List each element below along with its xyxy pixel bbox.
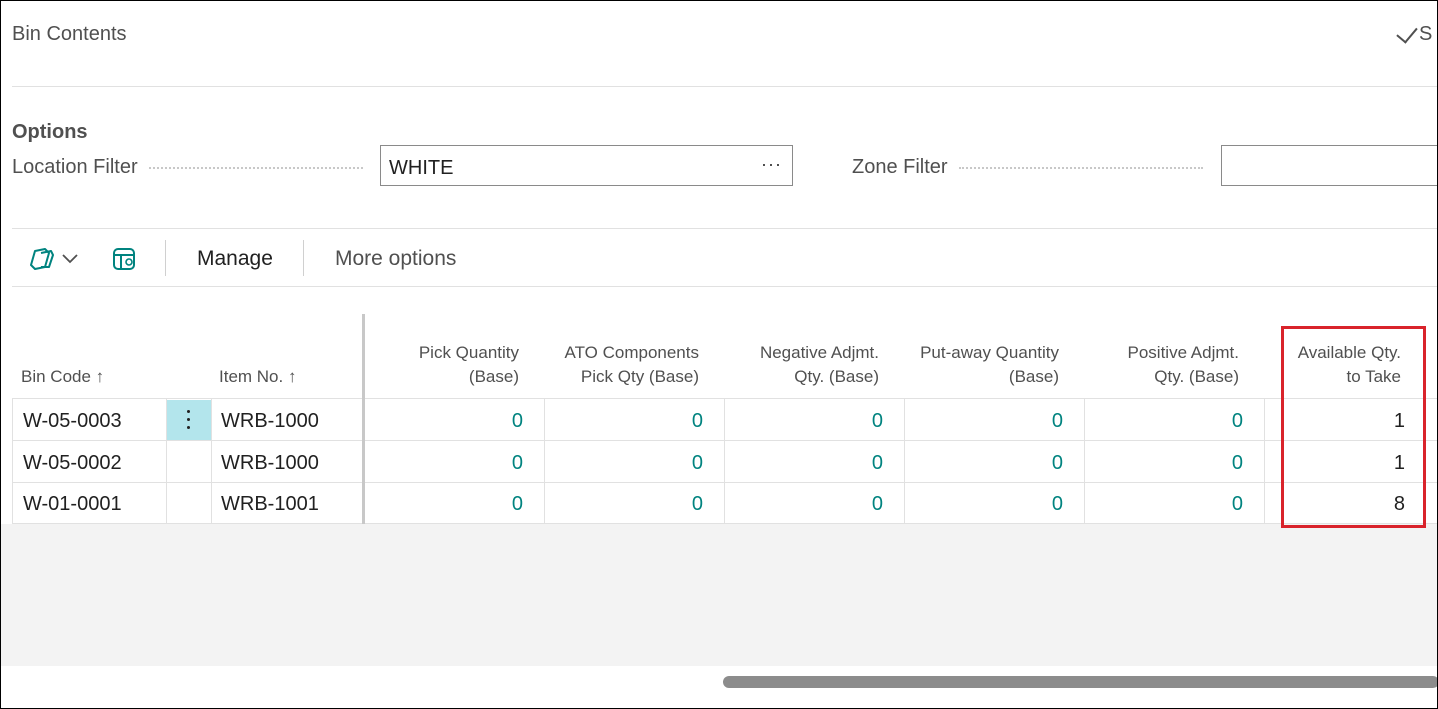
column-header-line: Put-away Quantity xyxy=(920,343,1059,362)
column-header-label: Bin Code xyxy=(21,367,91,386)
location-filter-leader xyxy=(149,167,363,169)
neg-adjmt-cell[interactable]: 0 xyxy=(761,452,883,475)
column-divider xyxy=(724,399,725,523)
column-divider xyxy=(904,399,905,523)
check-icon xyxy=(1396,21,1418,44)
available-qty-highlight-box xyxy=(1281,326,1426,528)
page-title: Bin Contents xyxy=(12,23,127,45)
column-header-line: (Base) xyxy=(468,367,519,386)
copilot-icon xyxy=(30,248,78,270)
zone-filter-input[interactable] xyxy=(1221,145,1437,186)
copilot-button[interactable] xyxy=(29,245,85,278)
toolbar-separator xyxy=(303,240,304,276)
row-actions-button[interactable] xyxy=(167,400,211,440)
column-header-line: Positive Adjmt. xyxy=(1127,343,1240,362)
sort-ascending-icon: ↑ xyxy=(287,367,297,386)
header-divider xyxy=(12,86,1437,87)
putaway-qty-cell[interactable]: 0 xyxy=(941,410,1063,433)
column-header-ato-pick-qty[interactable]: ATO Components Pick Qty (Base) xyxy=(541,341,700,389)
pos-adjmt-cell[interactable]: 0 xyxy=(1121,452,1243,475)
pos-adjmt-cell[interactable]: 0 xyxy=(1121,493,1243,516)
neg-adjmt-cell[interactable]: 0 xyxy=(761,410,883,433)
column-header-line: Qty. (Base) xyxy=(1154,367,1239,386)
location-filter-value: WHITE xyxy=(389,157,454,179)
column-header-positive-adjmt[interactable]: Positive Adjmt. Qty. (Base) xyxy=(1081,341,1240,389)
column-header-line: ATO Components xyxy=(564,343,700,362)
bin-code-cell[interactable]: W-05-0002 xyxy=(23,452,122,475)
column-header-putaway-quantity[interactable]: Put-away Quantity (Base) xyxy=(901,341,1059,389)
column-header-label: Item No. xyxy=(219,367,284,386)
column-divider xyxy=(1084,399,1085,523)
toolbar-divider xyxy=(12,286,1437,287)
bin-contents-window: Bin Contents S Options Location Filter W… xyxy=(0,0,1438,709)
save-status-text: S xyxy=(1419,23,1433,45)
zone-filter-leader xyxy=(959,167,1203,169)
pick-qty-cell[interactable]: 0 xyxy=(401,493,523,516)
item-no-cell[interactable]: WRB-1000 xyxy=(221,410,319,433)
options-divider xyxy=(12,228,1437,229)
putaway-qty-cell[interactable]: 0 xyxy=(941,493,1063,516)
location-filter-label: Location Filter xyxy=(12,156,138,178)
column-header-line: Pick Qty (Base) xyxy=(580,367,699,386)
vertical-ellipsis-icon xyxy=(187,426,190,429)
pick-qty-cell[interactable]: 0 xyxy=(401,410,523,433)
item-no-cell[interactable]: WRB-1001 xyxy=(221,493,319,516)
column-header-line: (Base) xyxy=(1008,367,1059,386)
bin-code-cell[interactable]: W-05-0003 xyxy=(23,410,122,433)
column-header-negative-adjmt[interactable]: Negative Adjmt. Qty. (Base) xyxy=(721,341,879,389)
pos-adjmt-cell[interactable]: 0 xyxy=(1121,410,1243,433)
ato-pick-qty-cell[interactable]: 0 xyxy=(581,452,703,475)
column-header-bin-code[interactable]: Bin Code ↑ xyxy=(21,365,104,389)
item-no-cell[interactable]: WRB-1000 xyxy=(221,452,319,475)
location-filter-assist-button[interactable]: ··· xyxy=(761,154,782,175)
column-divider xyxy=(12,399,13,523)
layout-switch-button[interactable] xyxy=(111,246,139,279)
sort-ascending-icon: ↑ xyxy=(95,367,105,386)
more-options-button[interactable]: More options xyxy=(335,247,456,271)
frozen-columns-divider xyxy=(362,314,365,524)
putaway-qty-cell[interactable]: 0 xyxy=(941,452,1063,475)
column-divider xyxy=(544,399,545,523)
neg-adjmt-cell[interactable]: 0 xyxy=(761,493,883,516)
column-header-pick-quantity[interactable]: Pick Quantity (Base) xyxy=(371,341,519,389)
manage-button[interactable]: Manage xyxy=(197,247,273,271)
vertical-ellipsis-icon xyxy=(187,410,190,413)
column-header-line: Pick Quantity xyxy=(418,343,519,362)
empty-grid-area xyxy=(1,524,1437,666)
ato-pick-qty-cell[interactable]: 0 xyxy=(581,410,703,433)
column-header-line: Negative Adjmt. xyxy=(759,343,879,362)
zone-filter-label: Zone Filter xyxy=(852,156,948,178)
column-divider xyxy=(1264,399,1265,523)
options-section-title: Options xyxy=(12,121,88,143)
ato-pick-qty-cell[interactable]: 0 xyxy=(581,493,703,516)
vertical-ellipsis-icon xyxy=(187,418,190,421)
layout-switch-icon xyxy=(113,248,135,270)
chevron-down-icon xyxy=(62,254,78,264)
column-divider xyxy=(211,399,212,523)
column-header-line: Qty. (Base) xyxy=(794,367,879,386)
toolbar-separator xyxy=(165,240,166,276)
horizontal-scrollbar[interactable] xyxy=(723,676,1437,688)
save-status: S xyxy=(1396,21,1433,46)
column-header-item-no[interactable]: Item No. ↑ xyxy=(219,365,296,389)
pick-qty-cell[interactable]: 0 xyxy=(401,452,523,475)
location-filter-input[interactable]: WHITE ··· xyxy=(380,145,793,186)
bin-code-cell[interactable]: W-01-0001 xyxy=(23,493,122,516)
